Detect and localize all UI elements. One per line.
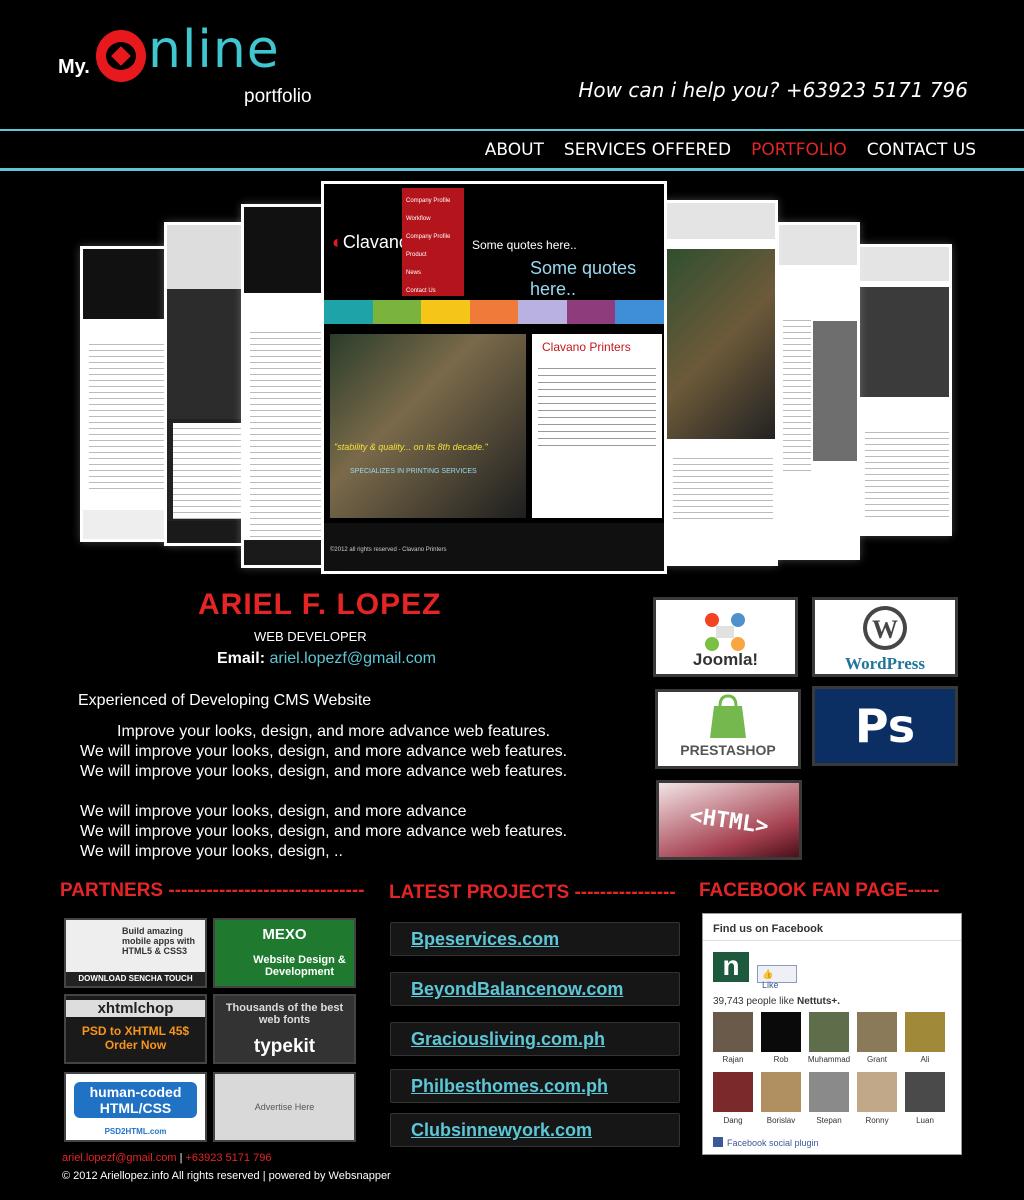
top-divider xyxy=(0,129,1024,131)
slide-menu: Company Profile Workflow Company Profile… xyxy=(402,188,464,296)
fan-avatar[interactable] xyxy=(761,1072,801,1112)
slide-quote-small: Some quotes here.. xyxy=(472,238,577,252)
fan-avatar[interactable] xyxy=(905,1072,945,1112)
facebook-icon xyxy=(713,1137,723,1147)
fan-avatar[interactable] xyxy=(857,1072,897,1112)
nav-services[interactable]: SERVICES OFFERED xyxy=(564,140,731,160)
fan-avatar[interactable] xyxy=(857,1012,897,1052)
project-link[interactable]: Graciousliving.com.ph xyxy=(390,1022,680,1056)
footer-email[interactable]: ariel.lopezf@gmail.com xyxy=(62,1152,177,1164)
logo-main: nline xyxy=(148,20,280,80)
slide-quote-large: Some quotes here.. xyxy=(530,258,637,299)
wordpress-logo: W WordPress xyxy=(812,597,958,677)
fb-plugin-label[interactable]: Facebook social plugin xyxy=(713,1137,819,1148)
joomla-logo: Joomla! xyxy=(653,597,798,677)
page-avatar[interactable]: n xyxy=(713,952,749,982)
email-link[interactable]: ariel.lopezf@gmail.com xyxy=(269,650,436,667)
nav-portfolio[interactable]: PORTFOLIO xyxy=(751,140,847,160)
facebook-heading: FACEBOOK FAN PAGE----- xyxy=(699,880,940,901)
logo-prefix: My. xyxy=(58,56,90,78)
fb-title: Find us on Facebook xyxy=(713,923,824,935)
fan-avatar[interactable] xyxy=(905,1012,945,1052)
advertise-here-slot[interactable]: Advertise Here xyxy=(213,1072,356,1142)
color-swatch xyxy=(566,300,616,324)
profile-description: Improve your looks, design, and more adv… xyxy=(80,723,568,860)
logo-o-icon xyxy=(96,30,146,82)
facebook-like-box: Find us on Facebook n 👍 Like 39,743 peop… xyxy=(702,913,962,1155)
slide-color-bar xyxy=(324,300,665,324)
projects-heading: LATEST PROJECTS ---------------- xyxy=(389,882,676,903)
nav-divider xyxy=(0,168,1024,171)
wordpress-icon: W xyxy=(863,606,907,650)
main-nav: ABOUT SERVICES OFFERED PORTFOLIO CONTACT… xyxy=(485,140,976,160)
carousel-slide[interactable] xyxy=(776,222,860,560)
logo-subtitle: portfolio xyxy=(244,86,312,107)
partner-xhtmlchop[interactable]: xhtmlchop PSD to XHTML 45$ Order Now xyxy=(64,994,207,1064)
color-swatch xyxy=(518,300,567,324)
partner-psd2html[interactable]: human-coded HTML/CSS PSD2HTML.com xyxy=(64,1072,207,1142)
partner-sencha[interactable]: Build amazing mobile apps with HTML5 & C… xyxy=(64,918,207,988)
partners-heading: PARTNERS ------------------------------- xyxy=(60,880,365,901)
color-swatch xyxy=(421,300,470,324)
svg-text:W: W xyxy=(872,615,898,644)
fan-avatar[interactable] xyxy=(809,1012,849,1052)
nav-about[interactable]: ABOUT xyxy=(485,140,544,160)
profile-email: Email: ariel.lopezf@gmail.com xyxy=(217,650,436,667)
footer-phone: +63923 5171 796 xyxy=(185,1152,272,1164)
slide-logo: ◐Clavano xyxy=(332,232,409,252)
like-count: 39,743 people like Nettuts+. xyxy=(713,996,841,1007)
color-swatch xyxy=(615,300,665,324)
footer-contact: ariel.lopezf@gmail.com | +63923 5171 796 xyxy=(62,1152,272,1164)
project-link[interactable]: Bpeservices.com xyxy=(390,922,680,956)
project-link[interactable]: Philbesthomes.com.ph xyxy=(390,1069,680,1103)
experience-heading: Experienced of Developing CMS Website xyxy=(78,692,372,709)
slide-image: "stability & quality... on its 8th decad… xyxy=(330,334,526,518)
profile-name: ARIEL F. LOPEZ xyxy=(198,588,442,621)
fan-avatar[interactable] xyxy=(713,1012,753,1052)
html-logo: <HTML> xyxy=(656,780,802,860)
color-swatch xyxy=(372,300,422,324)
project-link[interactable]: Clubsinnewyork.com xyxy=(390,1113,680,1147)
footer-copyright: © 2012 Ariellopez.info All rights reserv… xyxy=(62,1170,391,1182)
slide-text-panel: Clavano Printers xyxy=(532,334,662,518)
carousel-active-slide[interactable]: ◐Clavano Company Profile Workflow Compan… xyxy=(321,181,667,574)
like-button[interactable]: 👍 Like xyxy=(757,965,797,990)
fan-avatar[interactable] xyxy=(761,1012,801,1052)
project-link[interactable]: BeyondBalancenow.com xyxy=(390,972,680,1006)
carousel-slide[interactable] xyxy=(664,200,778,566)
fan-avatar[interactable] xyxy=(809,1072,849,1112)
slide-footer: ©2012 all rights reserved - Clavano Prin… xyxy=(324,523,664,571)
helpline: How can i help you? +63923 5171 796 xyxy=(578,78,968,102)
portfolio-carousel[interactable]: ◐Clavano Company Profile Workflow Compan… xyxy=(0,176,1024,586)
color-swatch xyxy=(469,300,519,324)
prestashop-logo: PRESTASHOP xyxy=(655,689,801,769)
carousel-slide[interactable] xyxy=(856,244,952,536)
shopping-bag-icon xyxy=(710,694,746,738)
nav-contact[interactable]: CONTACT US xyxy=(867,140,976,160)
fan-avatar[interactable] xyxy=(713,1072,753,1112)
partner-mexo[interactable]: MEXO Website Design & Development xyxy=(213,918,356,988)
profile-role: WEB DEVELOPER xyxy=(254,629,367,644)
site-logo[interactable]: My. nline portfolio xyxy=(58,20,348,112)
partner-typekit[interactable]: Thousands of the best web fonts typekit xyxy=(213,994,356,1064)
photoshop-logo: Ps xyxy=(812,686,958,766)
color-swatch xyxy=(324,300,373,324)
